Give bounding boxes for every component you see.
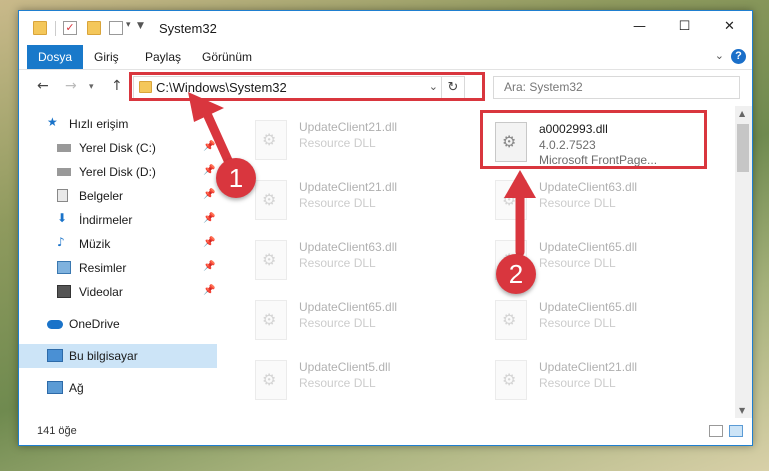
step-1-badge: 1 [216,158,256,198]
annotation-arrows [188,92,536,257]
step-2-badge: 2 [496,254,536,294]
arrow-to-file [504,170,536,257]
